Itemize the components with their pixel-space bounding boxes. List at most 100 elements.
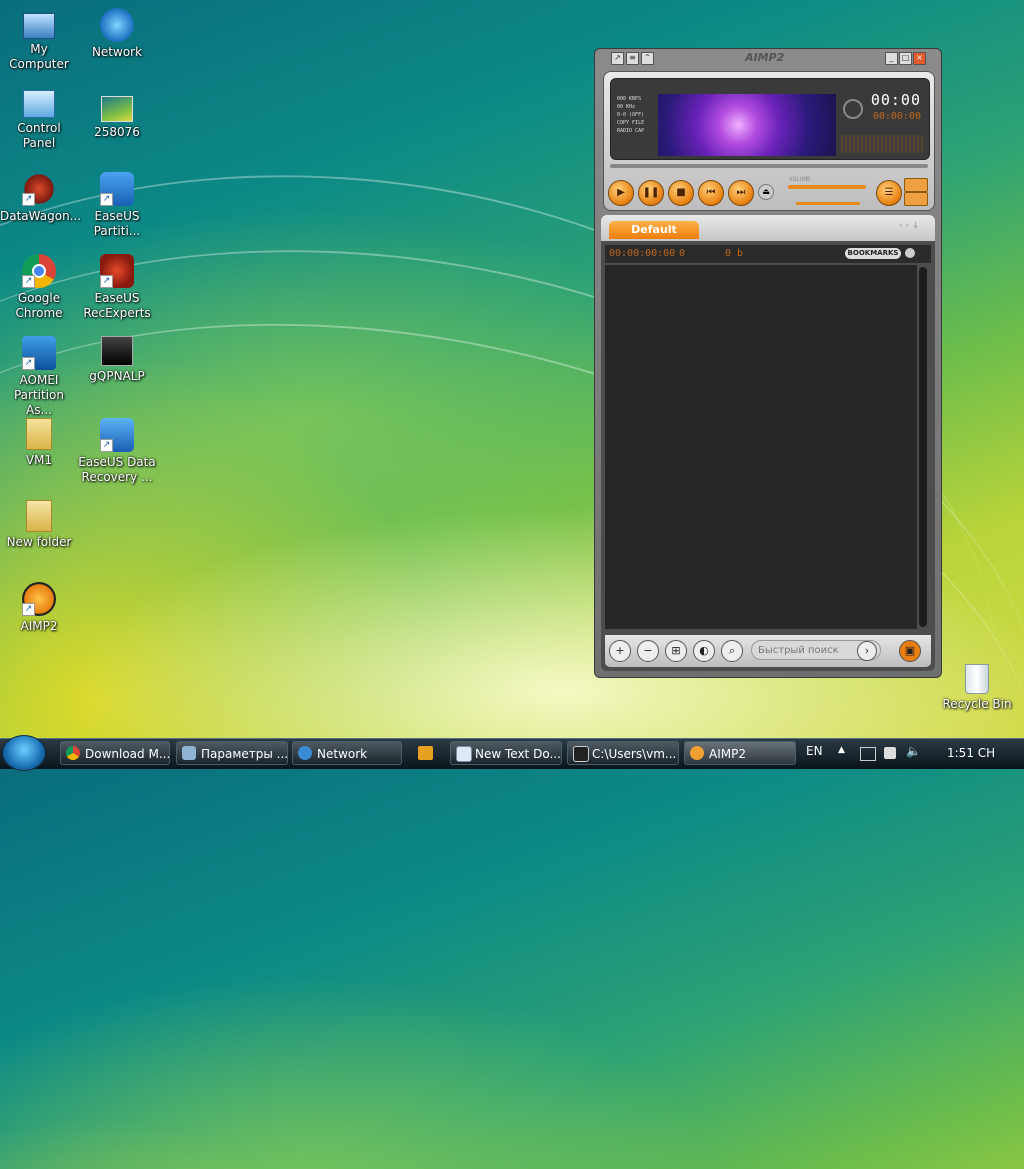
- desktop-icon-aimp2[interactable]: ↗ AIMP2: [0, 582, 78, 634]
- next-button[interactable]: ⏭: [728, 180, 754, 206]
- desktop-icon-network[interactable]: Network: [78, 8, 156, 60]
- start-button[interactable]: [2, 735, 46, 771]
- desktop-icon-gqpnalp[interactable]: gQPNALP: [78, 336, 156, 384]
- time-total-display: 00:00:00: [872, 111, 921, 122]
- desktop-icon-my-computer[interactable]: My Computer: [0, 8, 78, 72]
- user-folder-icon: [26, 418, 52, 450]
- tray-volume-icon[interactable]: 🔈: [906, 744, 921, 758]
- tab-scroll-arrows[interactable]: ‹ › ↓: [899, 221, 919, 231]
- aimp-menu-button[interactable]: ↗: [611, 52, 624, 65]
- remove-button[interactable]: −: [637, 640, 659, 662]
- black-file-icon: [101, 336, 133, 366]
- close-button[interactable]: ×: [913, 52, 926, 65]
- shortcut-arrow-icon: ↗: [22, 603, 35, 616]
- chrome-icon: [66, 746, 80, 760]
- pause-button[interactable]: ❚❚: [638, 180, 664, 206]
- sort-button[interactable]: ◐: [693, 640, 715, 662]
- visualization[interactable]: [658, 94, 836, 156]
- aimp-icon: ↗: [22, 582, 56, 616]
- tray-expand-icon[interactable]: ▲: [838, 745, 845, 755]
- minimize-button[interactable]: _: [885, 52, 898, 65]
- icon-label: My Computer: [9, 42, 69, 71]
- desktop-icon-new-folder[interactable]: New folder: [0, 500, 78, 550]
- tab-default[interactable]: Default: [609, 221, 699, 239]
- shortcut-arrow-icon: ↗: [100, 193, 113, 206]
- playlist-duration: 00:00:00:00: [609, 248, 676, 259]
- seek-bar[interactable]: [610, 164, 928, 168]
- playlist-size: 0 b: [725, 248, 744, 259]
- timer-dial-icon[interactable]: [843, 99, 863, 119]
- balance-slider[interactable]: [796, 202, 860, 205]
- volume-slider[interactable]: [788, 185, 866, 189]
- maximize-button[interactable]: □: [899, 52, 912, 65]
- control-panel-icon: [23, 90, 55, 118]
- samplerate-text: 00 KHz: [617, 104, 636, 110]
- taskbar-item-7zip[interactable]: C:\Users\vm...: [567, 741, 679, 765]
- tray-network-icon[interactable]: [860, 747, 876, 761]
- aimp-collapse-button[interactable]: ⌃: [641, 52, 654, 65]
- open-file-button[interactable]: ⏏: [758, 184, 774, 200]
- desktop-icon-google-chrome[interactable]: ↗ Google Chrome: [0, 254, 78, 321]
- desktop-icon-control-panel[interactable]: Control Panel: [0, 90, 78, 151]
- desktop-icon-aomei[interactable]: ↗ AOMEI Partition As...: [0, 336, 78, 418]
- settings-icon: [182, 746, 196, 760]
- bookmarks-close-icon[interactable]: [905, 248, 915, 258]
- shortcut-arrow-icon: ↗: [100, 275, 113, 288]
- repeat-toggle[interactable]: [904, 178, 928, 192]
- select-button[interactable]: ⊞: [665, 640, 687, 662]
- computer-icon: [23, 13, 55, 39]
- search-icon[interactable]: ⌕: [721, 640, 743, 662]
- icon-label: EaseUS Partiti...: [93, 209, 141, 238]
- stop-button[interactable]: ■: [668, 180, 694, 206]
- playlist-count: 0: [679, 248, 686, 259]
- playlist-list[interactable]: [605, 265, 917, 629]
- play-button[interactable]: ▶: [608, 180, 634, 206]
- easeus-partition-icon: ↗: [100, 172, 134, 206]
- aimp-title: AIMP2: [745, 51, 785, 64]
- bookmarks-button[interactable]: BOOKMARKS: [845, 248, 901, 259]
- playlist-menu-button[interactable]: ☰: [876, 180, 902, 206]
- desktop-icon-258076[interactable]: 258076: [78, 90, 156, 140]
- icon-label: 258076: [94, 125, 140, 139]
- desktop-icon-vm1[interactable]: VM1: [0, 418, 78, 468]
- clock[interactable]: 1:51 CH: [947, 746, 995, 760]
- desktop-icon-easeus-partition[interactable]: ↗ EaseUS Partiti...: [78, 172, 156, 239]
- track-info: 000 KBPS 00 KHz 0-0 (OFF) COPY FILE RADI…: [617, 95, 657, 135]
- media-player-quicklaunch-icon[interactable]: [418, 746, 433, 760]
- lock-button[interactable]: ▣: [899, 640, 921, 662]
- icon-label: Control Panel: [17, 121, 61, 150]
- icon-label: Recycle Bin: [942, 697, 1012, 711]
- desktop-icon-easeus-recexperts[interactable]: ↗ EaseUS RecExperts: [78, 254, 156, 321]
- taskbar-item-notepad[interactable]: New Text Do...: [450, 741, 562, 765]
- aimp-window[interactable]: ↗ ≡ ⌃ AIMP2 _ □ × 000 KBPS 00 KHz 0-0 (O…: [594, 48, 942, 678]
- taskbar-item-settings[interactable]: Параметры ...: [176, 741, 288, 765]
- icon-label: VM1: [25, 453, 53, 467]
- icon-label: EaseUS RecExperts: [83, 291, 151, 320]
- desktop-icon-recycle-bin[interactable]: Recycle Bin: [938, 664, 1016, 712]
- icon-label: Google Chrome: [15, 291, 63, 320]
- taskbar-label: New Text Do...: [475, 747, 561, 761]
- tray-action-center-icon[interactable]: [884, 747, 896, 759]
- aimp-eq-button[interactable]: ≡: [626, 52, 639, 65]
- desktop-icon-easeus-recovery[interactable]: ↗ EaseUS Data Recovery ...: [78, 418, 156, 485]
- taskbar-item-chrome[interactable]: Download M...: [60, 741, 170, 765]
- playlist-panel: Default ‹ › ↓ 00:00:00:00 0 0 b BOOKMARK…: [601, 215, 935, 671]
- spectrum-meter: [841, 135, 923, 153]
- playlist-scrollbar[interactable]: [919, 267, 927, 627]
- aomei-icon: ↗: [22, 336, 56, 370]
- aimp-titlebar[interactable]: ↗ ≡ ⌃ AIMP2 _ □ ×: [595, 49, 941, 67]
- desktop-icon-datawagon[interactable]: ↗ DataWagon...: [0, 172, 81, 224]
- add-button[interactable]: +: [609, 640, 631, 662]
- taskbar-item-network[interactable]: Network: [292, 741, 402, 765]
- language-indicator[interactable]: EN: [806, 744, 823, 758]
- time-display[interactable]: 00:00: [871, 91, 921, 109]
- taskbar-label: Параметры ...: [201, 747, 288, 761]
- search-go-button[interactable]: ›: [857, 641, 877, 661]
- taskbar-label: C:\Users\vm...: [592, 747, 677, 761]
- playlist-tab-bar: Default ‹ › ↓: [601, 215, 935, 241]
- aimp-player-panel: 000 KBPS 00 KHz 0-0 (OFF) COPY FILE RADI…: [603, 71, 935, 211]
- previous-button[interactable]: ⏮: [698, 180, 724, 206]
- taskbar-item-aimp2[interactable]: AIMP2: [684, 741, 796, 765]
- shuffle-toggle[interactable]: [904, 192, 928, 206]
- folder-icon: [26, 500, 52, 532]
